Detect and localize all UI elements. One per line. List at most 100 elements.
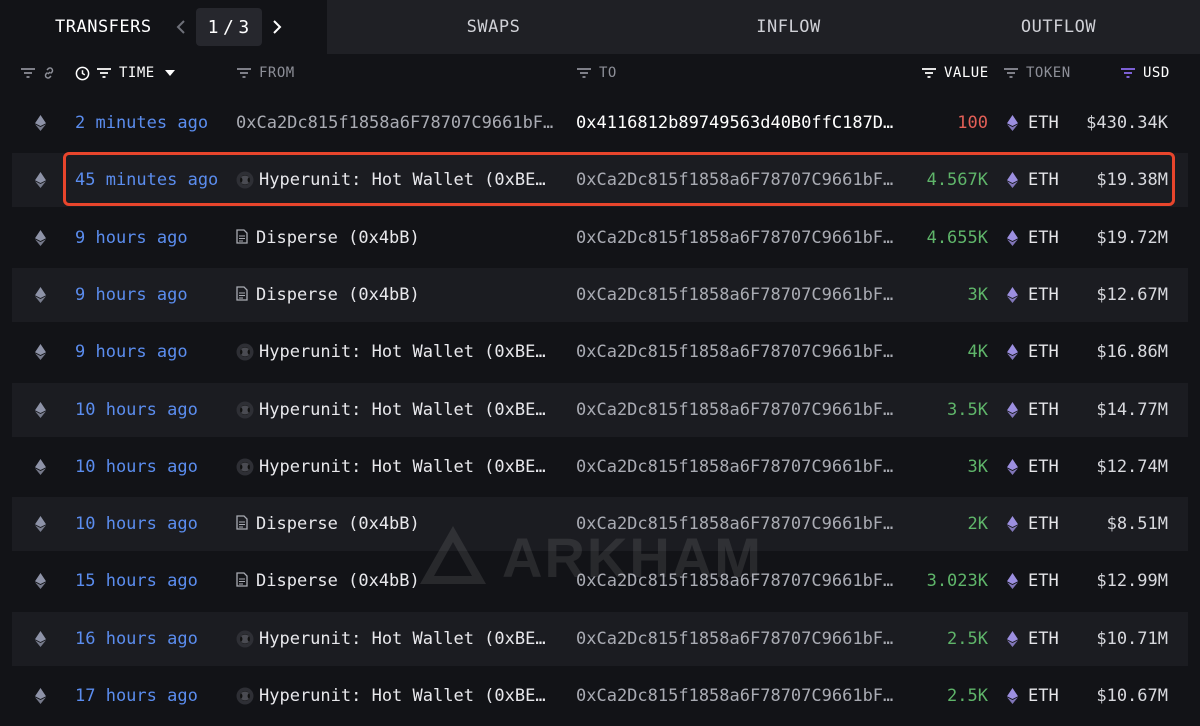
contract-icon <box>236 286 250 304</box>
to-address[interactable]: 0xCa2Dc815f1858a6F78707C9661bF… <box>576 383 910 437</box>
to-address[interactable]: 0xCa2Dc815f1858a6F78707C9661bF… <box>576 669 910 723</box>
from-address[interactable]: Hyperunit: Hot Wallet (0xBE… <box>236 612 562 666</box>
chain-filter[interactable] <box>20 54 56 92</box>
from-label: Hyperunit: Hot Wallet (0xBE… <box>259 170 546 191</box>
time-link[interactable]: 17 hours ago <box>75 669 198 723</box>
filter-icon[interactable] <box>576 67 592 79</box>
page-indicator: 1 / 3 <box>195 8 262 46</box>
table-row[interactable]: 15 hours ago Disperse (0x4bB) 0xCa2Dc815f1… <box>12 554 1188 608</box>
eth-token-icon <box>1007 573 1018 590</box>
table-row[interactable]: 10 hours ago Hyperunit: Hot Wallet (0xBE…… <box>12 440 1188 494</box>
from-address[interactable]: Hyperunit: Hot Wallet (0xBE… <box>236 325 562 379</box>
tab-inflow[interactable]: INFLOW <box>660 0 917 54</box>
to-label: 0xCa2Dc815f1858a6F78707C9661bF… <box>576 628 894 649</box>
tab-outflow[interactable]: OUTFLOW <box>917 0 1200 54</box>
ethereum-chain-icon <box>32 669 48 723</box>
filter-active-icon[interactable] <box>1120 67 1136 79</box>
pagination: 1 / 3 <box>170 8 288 46</box>
column-usd[interactable]: USD <box>1120 54 1170 92</box>
from-address[interactable]: 0xCa2Dc815f1858a6F78707C9661bF… <box>236 96 562 150</box>
filter-icon[interactable] <box>1003 67 1019 79</box>
time-link[interactable]: 2 minutes ago <box>75 96 208 150</box>
table-row[interactable]: 9 hours ago Disperse (0x4bB) 0xCa2Dc815f18… <box>12 267 1188 322</box>
time-link[interactable]: 9 hours ago <box>75 325 188 379</box>
to-address[interactable]: 0xCa2Dc815f1858a6F78707C9661bF… <box>576 497 910 551</box>
to-address[interactable]: 0xCa2Dc815f1858a6F78707C9661bF… <box>576 268 910 322</box>
to-address[interactable]: 0xCa2Dc815f1858a6F78707C9661bF… <box>576 440 910 494</box>
tab-bar: TRANSFERS 1 / 3 SWAPS INFLOW OUTFLOW <box>0 0 1200 54</box>
link-icon[interactable] <box>42 66 56 80</box>
table-row[interactable]: 10 hours ago Disperse (0x4bB) 0xCa2Dc815f1… <box>12 497 1188 552</box>
entity-logo-icon <box>236 343 254 361</box>
table-row[interactable]: 9 hours ago Hyperunit: Hot Wallet (0xBE… 0… <box>12 325 1188 379</box>
transfer-value: 2K <box>967 514 988 535</box>
filter-icon <box>20 67 36 79</box>
time-link[interactable]: 16 hours ago <box>75 612 198 666</box>
usd-value: $10.71M <box>1096 628 1168 649</box>
time-link[interactable]: 10 hours ago <box>75 383 198 437</box>
entity-logo-icon <box>236 630 254 648</box>
current-page: 1 <box>207 16 219 38</box>
to-address[interactable]: 0xCa2Dc815f1858a6F78707C9661bF… <box>576 153 910 207</box>
sort-down-icon[interactable] <box>164 70 175 76</box>
to-address[interactable]: 0xCa2Dc815f1858a6F78707C9661bF… <box>576 554 910 608</box>
column-to[interactable]: TO <box>576 54 617 92</box>
from-address[interactable]: Disperse (0x4bB) <box>236 268 562 322</box>
entity-logo-icon <box>236 458 254 476</box>
time-link[interactable]: 15 hours ago <box>75 554 198 608</box>
eth-token-icon <box>1007 458 1018 475</box>
filter-icon[interactable] <box>236 67 252 79</box>
column-from-label: FROM <box>259 65 295 81</box>
chevron-left-icon[interactable] <box>170 16 192 38</box>
to-label: 0xCa2Dc815f1858a6F78707C9661bF… <box>576 342 894 363</box>
time-link[interactable]: 10 hours ago <box>75 440 198 494</box>
table-row[interactable]: 2 minutes ago 0xCa2Dc815f1858a6F78707C966… <box>12 96 1188 150</box>
table-row[interactable]: 9 hours ago Disperse (0x4bB) 0xCa2Dc815f18… <box>12 211 1188 265</box>
column-to-label: TO <box>599 65 617 81</box>
from-address[interactable]: Disperse (0x4bB) <box>236 497 562 551</box>
from-label: Disperse (0x4bB) <box>256 514 420 535</box>
contract-icon <box>236 572 250 590</box>
column-time[interactable]: TIME <box>75 54 175 92</box>
tab-swaps-label: SWAPS <box>466 17 521 37</box>
usd-value: $10.67M <box>1096 686 1168 706</box>
to-label: 0xCa2Dc815f1858a6F78707C9661bF… <box>576 227 894 248</box>
filter-icon[interactable] <box>921 67 937 79</box>
transfer-value: 4.567K <box>926 170 988 191</box>
column-token[interactable]: TOKEN <box>1003 54 1071 92</box>
from-address[interactable]: Hyperunit: Hot Wallet (0xBE… <box>236 383 562 437</box>
column-from[interactable]: FROM <box>236 54 295 92</box>
from-address[interactable]: Hyperunit: Hot Wallet (0xBE… <box>236 153 562 207</box>
transfer-value: 3.023K <box>926 571 988 592</box>
time-link[interactable]: 9 hours ago <box>75 211 188 265</box>
transfer-value: 4K <box>967 342 988 363</box>
from-address[interactable]: Disperse (0x4bB) <box>236 554 562 608</box>
table-row[interactable]: 10 hours ago Hyperunit: Hot Wallet (0xBE…… <box>12 382 1188 437</box>
usd-value: $16.86M <box>1096 342 1168 363</box>
time-link[interactable]: 10 hours ago <box>75 497 198 551</box>
to-address[interactable]: 0xCa2Dc815f1858a6F78707C9661bF… <box>576 612 910 666</box>
filter-icon[interactable] <box>96 67 112 79</box>
tab-swaps[interactable]: SWAPS <box>327 0 660 54</box>
eth-token-icon <box>1007 401 1018 418</box>
transfer-value: 3K <box>967 456 988 477</box>
eth-token-icon <box>1007 229 1018 246</box>
from-label: Hyperunit: Hot Wallet (0xBE… <box>259 342 546 363</box>
time-link[interactable]: 9 hours ago <box>75 268 188 322</box>
table-row[interactable]: 16 hours ago Hyperunit: Hot Wallet (0xBE…… <box>12 611 1188 666</box>
column-value[interactable]: VALUE <box>921 54 989 92</box>
table-row[interactable]: 17 hours ago Hyperunit: Hot Wallet (0xBE…… <box>12 669 1188 723</box>
from-address[interactable]: Disperse (0x4bB) <box>236 211 562 265</box>
eth-token-icon <box>1007 344 1018 361</box>
from-label: Hyperunit: Hot Wallet (0xBE… <box>259 686 546 706</box>
to-address[interactable]: 0xCa2Dc815f1858a6F78707C9661bF… <box>576 325 910 379</box>
from-address[interactable]: Hyperunit: Hot Wallet (0xBE… <box>236 669 562 723</box>
table-row[interactable]: 45 minutes ago Hyperunit: Hot Wallet (0xB… <box>12 153 1188 208</box>
from-address[interactable]: Hyperunit: Hot Wallet (0xBE… <box>236 440 562 494</box>
chevron-right-icon[interactable] <box>266 16 288 38</box>
time-link[interactable]: 45 minutes ago <box>75 153 218 207</box>
to-label: 0xCa2Dc815f1858a6F78707C9661bF… <box>576 456 894 477</box>
tab-transfers[interactable]: TRANSFERS 1 / 3 <box>0 0 327 54</box>
to-address[interactable]: 0x4116812b89749563d40B0ffC187D… <box>576 96 910 150</box>
to-address[interactable]: 0xCa2Dc815f1858a6F78707C9661bF… <box>576 211 910 265</box>
